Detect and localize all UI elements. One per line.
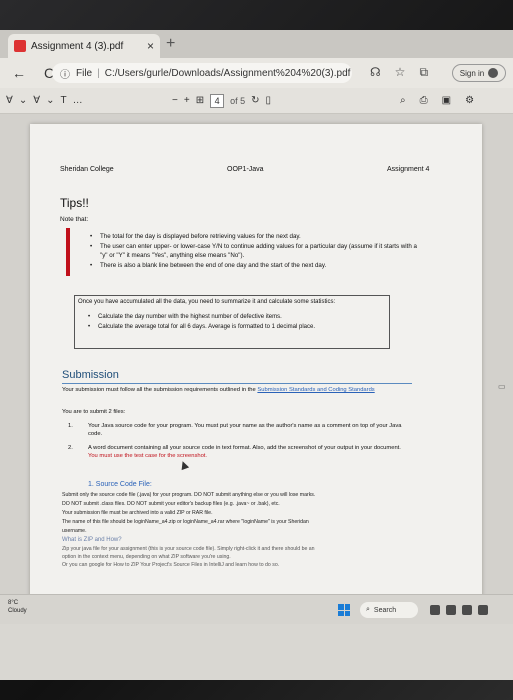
- weather-temp: 8°C: [8, 600, 19, 606]
- source-code-title: 1. Source Code File:: [88, 481, 152, 488]
- avatar: [488, 68, 499, 78]
- page-number-input[interactable]: 4: [210, 93, 225, 108]
- address-row: ← C ⓘ File | C:/Users/gurle/Downloads/As…: [0, 58, 513, 88]
- address-bar[interactable]: ⓘ File | C:/Users/gurle/Downloads/Assign…: [52, 63, 352, 83]
- windows-start-icon[interactable]: [338, 604, 350, 616]
- item-number: 1.: [68, 423, 73, 429]
- item-text: A word document containing all your sour…: [88, 445, 401, 451]
- list-item: Calculate the day number with the highes…: [88, 312, 378, 322]
- draw-icon[interactable]: ∀: [33, 95, 40, 106]
- summary-list: Calculate the day number with the highes…: [88, 312, 378, 332]
- note-label: Note that:: [60, 216, 89, 223]
- weather-widget[interactable]: 8°C Cloudy: [8, 599, 27, 615]
- tab-assignment[interactable]: Assignment 4 (3).pdf ×: [8, 34, 160, 58]
- item-number: 2.: [68, 445, 73, 451]
- pdf-toolbar: ∀ ⌄ ∀ ⌄ T … − + ⊞ 4 of 5 ↻ ▯ ⌕ ⎙ ▣ ⚙: [0, 88, 513, 114]
- info-icon[interactable]: ⓘ: [60, 66, 70, 81]
- text-line: DO NOT submit .class files. DO NOT submi…: [62, 501, 280, 507]
- page-controls: − + ⊞ 4 of 5 ↻ ▯: [172, 93, 271, 108]
- item-text: Your Java source code for your program. …: [88, 423, 402, 437]
- rotate-icon[interactable]: ↻: [251, 95, 259, 106]
- item-text-wrap: A word document containing all your sour…: [88, 444, 408, 460]
- search-label: Search: [373, 606, 397, 614]
- address-scheme: File: [76, 67, 93, 79]
- zoom-in-button[interactable]: +: [184, 95, 190, 106]
- text-line: Submit only the source code file (.java)…: [62, 492, 316, 498]
- scroll-side-controls: ▭: [498, 382, 510, 391]
- taskbar: 8°C Cloudy ⌕ Search: [0, 594, 513, 624]
- pdf-icon: [14, 40, 26, 52]
- taskbar-search[interactable]: ⌕ Search: [360, 602, 418, 618]
- sign-in-label: Sign in: [459, 68, 485, 78]
- pdf-page: Sheridan College OOP1-Java Assignment 4 …: [30, 124, 482, 614]
- zip-title: What is ZIP and How?: [62, 537, 122, 543]
- tab-strip: Assignment 4 (3).pdf × +: [0, 30, 513, 58]
- submit-intro: You are to submit 2 files:: [62, 409, 126, 415]
- favorite-icon[interactable]: ☆: [395, 65, 406, 80]
- print-icon[interactable]: ⎙: [420, 95, 428, 106]
- pdf-viewer[interactable]: Sheridan College OOP1-Java Assignment 4 …: [0, 114, 513, 614]
- list-item: Calculate the average total for all 6 da…: [88, 322, 378, 332]
- list-item: There is also a blank line between the e…: [90, 261, 420, 271]
- chevron-down-icon[interactable]: ⌄: [46, 95, 54, 106]
- address-path: C:/Users/gurle/Downloads/Assignment%204%…: [104, 67, 351, 79]
- address-separator: |: [97, 67, 100, 79]
- new-tab-button[interactable]: +: [166, 35, 175, 53]
- more-icon[interactable]: …: [73, 95, 83, 106]
- mouse-cursor-icon: [178, 459, 190, 471]
- taskbar-tray: [430, 605, 488, 615]
- list-item: The user can enter upper- or lower-case …: [90, 242, 420, 261]
- submission-standards-link[interactable]: Submission Standards and Coding Standard…: [257, 387, 374, 393]
- browser-tools: ☊ ☆ ⧉: [370, 65, 428, 80]
- header-assignment: Assignment 4: [387, 166, 430, 173]
- heading-rule: [62, 383, 412, 384]
- tab-title: Assignment 4 (3).pdf: [31, 40, 124, 52]
- text-line: Zip your java file for your assignment (…: [62, 546, 315, 552]
- annotation-tools: ∀ ⌄ ∀ ⌄ T …: [6, 95, 83, 106]
- text-line: username.: [62, 528, 87, 534]
- zoom-out-button[interactable]: −: [172, 95, 178, 106]
- note-accent-bar: [66, 228, 70, 276]
- back-button[interactable]: ←: [8, 65, 30, 81]
- text-line: Your submission file must be archived in…: [62, 510, 213, 516]
- submission-text: Your submission must follow all the subm…: [62, 387, 256, 393]
- close-icon[interactable]: ×: [147, 39, 154, 53]
- search-icon[interactable]: ⌕: [400, 95, 406, 106]
- text-line: option in the context menu, depending on…: [62, 554, 231, 560]
- app-icon[interactable]: [446, 605, 456, 615]
- app-icon[interactable]: [478, 605, 488, 615]
- collections-icon[interactable]: ⧉: [419, 65, 428, 80]
- summary-intro: Once you have accumulated all the data, …: [78, 299, 336, 305]
- tips-title: Tips!!: [60, 196, 89, 210]
- highlight-icon[interactable]: ∀: [6, 95, 13, 106]
- sign-in-button[interactable]: Sign in: [452, 64, 506, 82]
- page-count: of 5: [230, 95, 246, 106]
- sidebar-icon[interactable]: ▭: [498, 382, 510, 391]
- chevron-down-icon[interactable]: ⌄: [19, 95, 27, 106]
- submission-paragraph: Your submission must follow all the subm…: [62, 386, 412, 394]
- tips-list: The total for the day is displayed befor…: [90, 232, 420, 270]
- item-warning: You must use the test case for the scree…: [88, 453, 208, 459]
- save-icon[interactable]: ▣: [442, 95, 451, 106]
- header-college: Sheridan College: [60, 166, 114, 173]
- right-tools: ⌕ ⎙ ▣ ⚙: [400, 95, 474, 106]
- text-line: Or you can google for How to ZIP Your Pr…: [62, 562, 280, 568]
- settings-icon[interactable]: ⚙: [465, 95, 474, 106]
- search-icon: ⌕: [366, 606, 370, 613]
- weather-desc: Cloudy: [8, 608, 27, 614]
- zip-text: Zip your java file for your assignment (…: [62, 545, 442, 569]
- list-item: The total for the day is displayed befor…: [90, 232, 420, 242]
- page-view-icon[interactable]: ▯: [265, 95, 271, 106]
- source-code-text: Submit only the source code file (.java)…: [62, 491, 432, 536]
- app-icon[interactable]: [462, 605, 472, 615]
- app-icon[interactable]: [430, 605, 440, 615]
- text-icon[interactable]: T: [60, 95, 66, 106]
- text-line: The name of this file should be loginNam…: [62, 519, 309, 525]
- read-aloud-icon[interactable]: ☊: [370, 65, 381, 80]
- fit-page-icon[interactable]: ⊞: [196, 95, 204, 106]
- header-course: OOP1-Java: [227, 166, 264, 173]
- submission-heading: Submission: [62, 369, 119, 381]
